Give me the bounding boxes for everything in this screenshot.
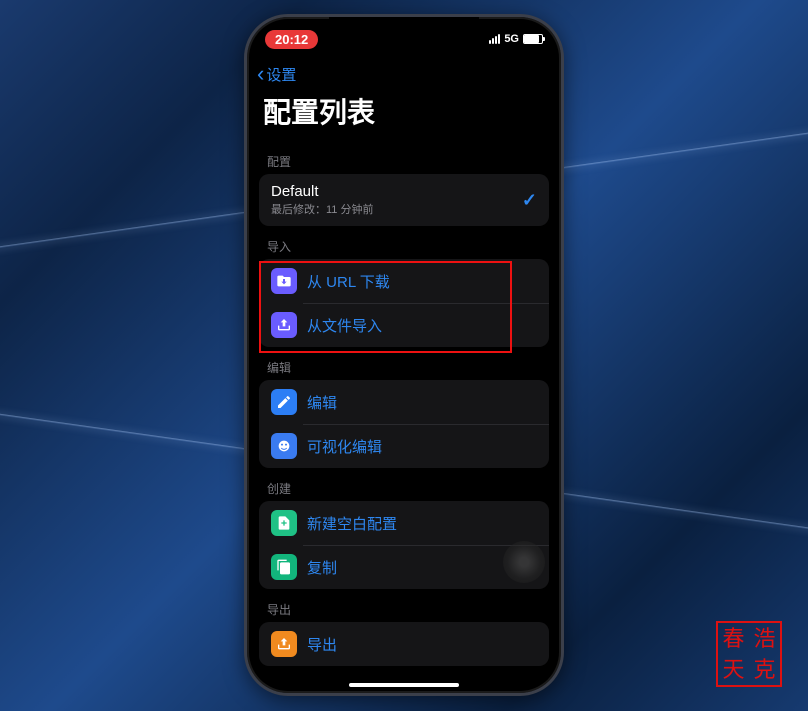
config-group: Default 最后修改：11 分钟前 ✓ [259,174,549,226]
visual-edit-label: 可视化编辑 [307,436,382,457]
stamp-char: 春 [718,628,749,650]
section-header-config: 配置 [247,141,561,174]
import-url-row[interactable]: 从 URL 下载 [259,259,549,303]
back-button[interactable]: ‹ 设置 [247,59,561,87]
edit-icon [271,389,297,415]
import-file-icon [271,312,297,338]
signal-icon [489,34,500,44]
home-indicator[interactable] [349,683,459,687]
section-header-create: 创建 [247,468,561,501]
page-title: 配置列表 [247,87,561,141]
import-file-label: 从文件导入 [307,315,382,336]
config-subtitle: 最后修改：11 分钟前 [271,201,373,217]
download-url-icon [271,268,297,294]
create-group: 新建空白配置 复制 [259,501,549,589]
stamp-char: 天 [718,659,749,681]
copy-label: 复制 [307,557,337,578]
section-header-edit: 编辑 [247,347,561,380]
stamp-char: 克 [749,659,780,681]
status-time: 20:12 [265,30,318,49]
import-file-row[interactable]: 从文件导入 [259,303,549,347]
stamp-char: 浩 [749,628,780,650]
screen: ‹ 设置 配置列表 配置 Default 最后修改：11 分钟前 ✓ 导入 从 … [247,17,561,693]
phone-frame: 20:12 5G ‹ 设置 配置列表 配置 Default 最后修改：11 分钟… [244,14,564,696]
section-header-export: 导出 [247,589,561,622]
config-title: Default [271,183,373,200]
export-row[interactable]: 导出 [259,622,549,666]
edit-label: 编辑 [307,392,337,413]
notch [329,17,479,41]
edit-group: 编辑 可视化编辑 [259,380,549,468]
watermark-stamp: 春 浩 天 克 [716,621,782,687]
import-url-label: 从 URL 下载 [307,271,390,292]
import-group: 从 URL 下载 从文件导入 [259,259,549,347]
assistive-touch-button[interactable] [503,541,545,583]
new-blank-row[interactable]: 新建空白配置 [259,501,549,545]
check-icon: ✓ [522,190,537,211]
export-label: 导出 [307,634,337,655]
config-item-default[interactable]: Default 最后修改：11 分钟前 ✓ [259,174,549,226]
chevron-left-icon: ‹ [257,63,264,85]
new-blank-icon [271,510,297,536]
visual-edit-icon [271,433,297,459]
new-blank-label: 新建空白配置 [307,513,397,534]
network-label: 5G [504,33,519,45]
visual-edit-row[interactable]: 可视化编辑 [259,424,549,468]
copy-icon [271,554,297,580]
section-header-import: 导入 [247,226,561,259]
export-group: 导出 [259,622,549,666]
battery-icon [523,34,543,44]
edit-row[interactable]: 编辑 [259,380,549,424]
export-icon [271,631,297,657]
back-label: 设置 [266,64,296,85]
